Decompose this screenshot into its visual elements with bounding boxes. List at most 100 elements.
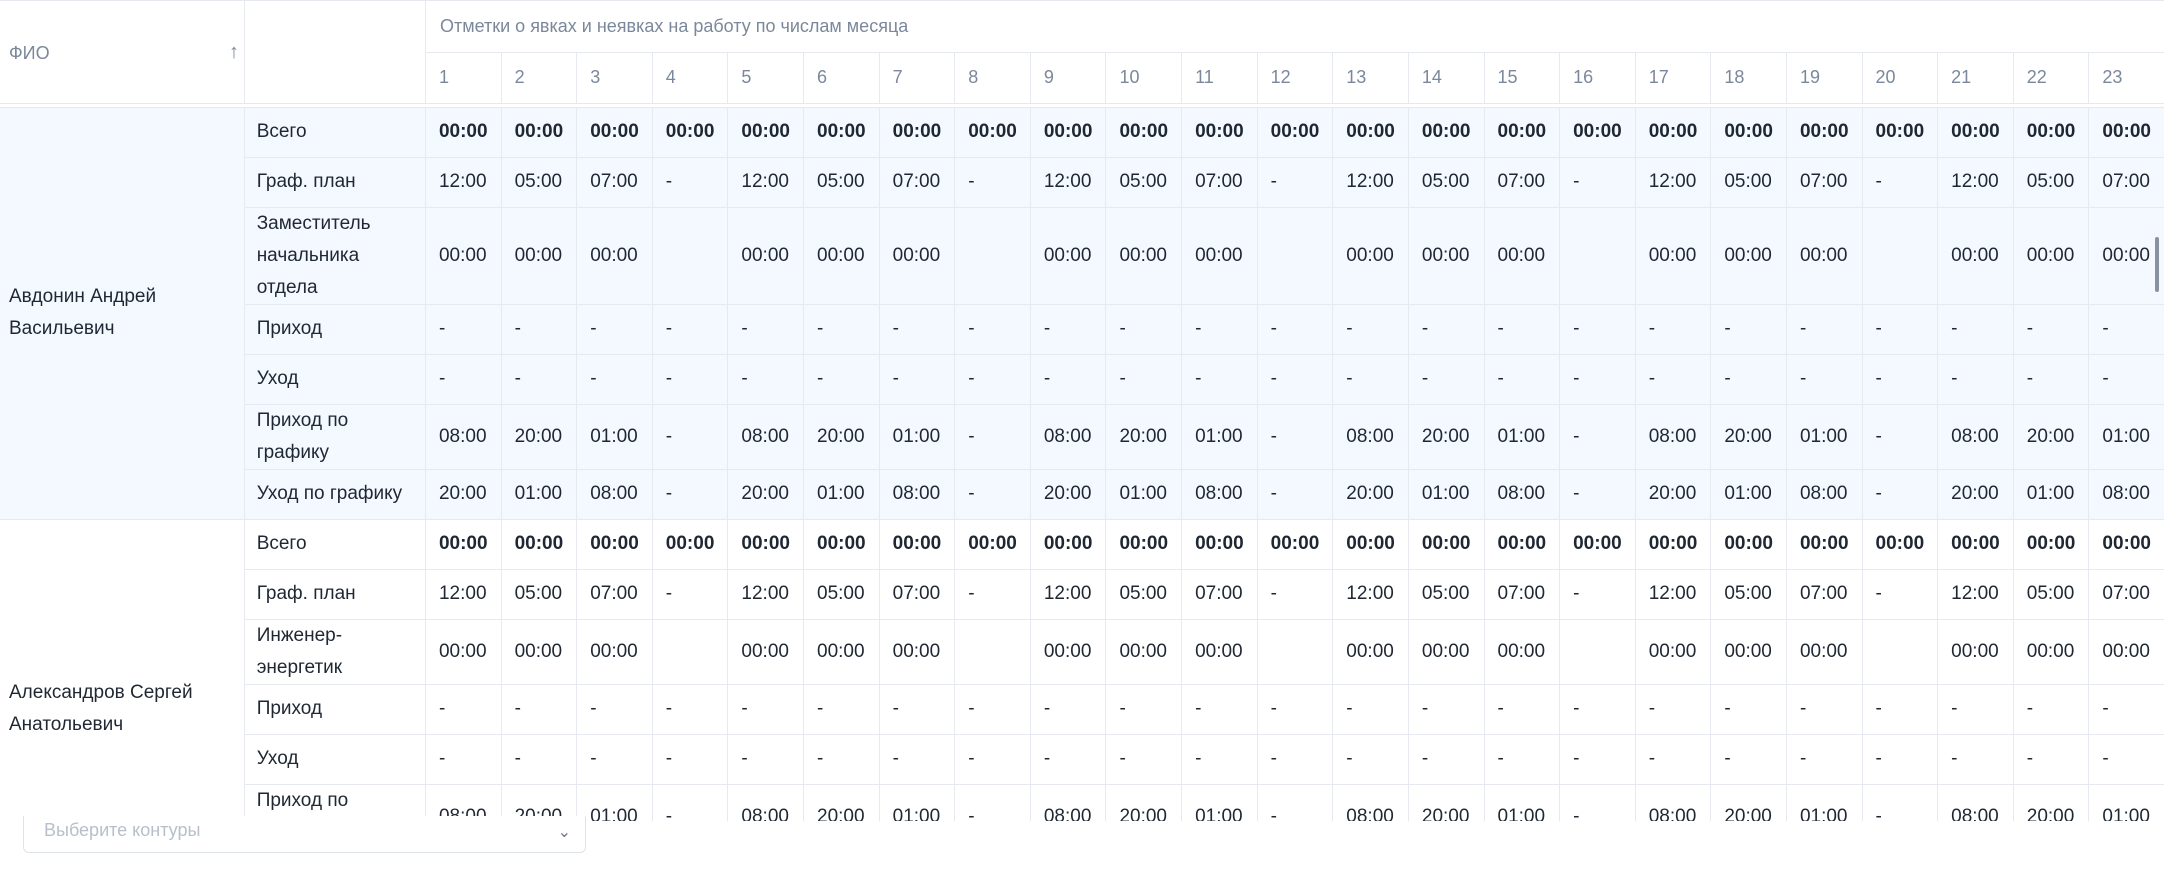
day-cell[interactable]: 07:00 [1483,157,1560,208]
day-cell[interactable]: - [803,354,880,405]
day-cell[interactable]: 20:00 [803,404,880,470]
day-cell[interactable]: 08:00 [1937,784,2014,821]
day-cell[interactable]: 12:00 [425,569,502,620]
day-cell[interactable]: 01:00 [1483,784,1560,821]
day-cell[interactable]: 20:00 [2012,404,2089,470]
day-cell[interactable]: - [1861,734,1938,785]
day-cell[interactable] [954,207,1031,305]
day-cell[interactable]: 12:00 [1029,569,1106,620]
day-cell[interactable]: 01:00 [1785,404,1863,470]
day-cell[interactable]: 00:00 [500,107,577,158]
day-cell[interactable]: - [2012,684,2089,735]
day-cell[interactable]: - [651,354,728,405]
day-cell[interactable]: - [878,734,955,785]
day-cell[interactable]: 00:00 [1029,107,1106,158]
day-cell[interactable]: - [1256,784,1333,821]
day-cell[interactable]: 00:00 [1559,107,1636,158]
day-cell[interactable]: 01:00 [803,469,880,520]
day-cell[interactable]: - [1785,734,1863,785]
day-cell[interactable]: 00:00 [2012,519,2089,570]
day-cell[interactable]: - [2012,304,2089,355]
day-cell[interactable]: - [954,734,1031,785]
day-cell[interactable]: 20:00 [1105,404,1182,470]
day-cell[interactable]: 00:00 [2012,619,2089,685]
day-cell[interactable]: - [1861,304,1938,355]
day-cell[interactable]: - [878,304,955,355]
day-cell[interactable]: 20:00 [1105,784,1182,821]
day-cell[interactable]: - [1332,354,1409,405]
day-cell[interactable]: 12:00 [727,157,804,208]
day-cell[interactable]: 01:00 [1181,784,1258,821]
day-cell[interactable]: - [1861,684,1938,735]
day-cell[interactable]: 00:00 [1710,107,1787,158]
day-cell[interactable]: 00:00 [878,519,955,570]
day-cell[interactable]: 00:00 [803,519,880,570]
day-cell[interactable]: 05:00 [1407,569,1484,620]
day-cell[interactable]: 08:00 [727,404,804,470]
day-cell[interactable]: 00:00 [878,207,955,305]
day-cell[interactable]: 07:00 [1181,569,1258,620]
day-cell[interactable]: 00:00 [1105,107,1182,158]
day-cell[interactable]: 00:00 [576,519,653,570]
day-cell[interactable]: - [954,684,1031,735]
day-cell[interactable]: 01:00 [878,404,955,470]
day-cell[interactable]: 00:00 [500,519,577,570]
day-cell[interactable]: 00:00 [1634,207,1711,305]
day-cell[interactable]: - [1634,684,1711,735]
day-cell[interactable]: 00:00 [1634,107,1711,158]
day-cell[interactable]: 07:00 [1785,569,1863,620]
day-cell[interactable]: - [1483,354,1560,405]
day-cell[interactable]: - [878,354,955,405]
day-cell[interactable]: - [1937,684,2014,735]
day-cell[interactable]: - [1332,734,1409,785]
day-cell[interactable]: - [1861,784,1938,821]
day-cell[interactable]: - [954,304,1031,355]
day-cell[interactable]: 05:00 [1407,157,1484,208]
day-cell[interactable]: 01:00 [2088,784,2164,821]
day-cell[interactable]: - [727,304,804,355]
day-cell[interactable]: - [1105,304,1182,355]
day-cell[interactable]: 00:00 [576,107,653,158]
day-cell[interactable] [651,619,728,685]
day-cell[interactable]: 00:00 [727,519,804,570]
day-cell[interactable]: 07:00 [576,157,653,208]
day-cell[interactable]: 00:00 [651,107,728,158]
day-cell[interactable]: - [651,404,728,470]
day-cell[interactable]: - [803,304,880,355]
day-cell[interactable]: 07:00 [2088,569,2164,620]
day-cell[interactable]: - [1029,354,1106,405]
day-cell[interactable]: 00:00 [1105,619,1182,685]
day-cell[interactable]: - [1861,354,1938,405]
day-cell[interactable]: 12:00 [727,569,804,620]
day-cell[interactable]: 00:00 [500,619,577,685]
day-cell[interactable]: 07:00 [2088,157,2164,208]
day-cell[interactable]: - [500,304,577,355]
day-cell[interactable]: 05:00 [803,157,880,208]
day-cell[interactable]: - [576,354,653,405]
day-cell[interactable]: 20:00 [425,469,502,520]
day-cell[interactable]: - [803,684,880,735]
day-cell[interactable]: - [954,354,1031,405]
day-cell[interactable]: 12:00 [1029,157,1106,208]
day-cell[interactable]: 12:00 [1937,157,2014,208]
day-cell[interactable]: 20:00 [1710,784,1787,821]
day-cell[interactable]: - [1559,469,1636,520]
day-cell[interactable]: 07:00 [878,569,955,620]
day-cell[interactable]: 12:00 [1634,569,1711,620]
day-cell[interactable]: - [1559,157,1636,208]
day-cell[interactable]: - [1634,734,1711,785]
day-cell[interactable]: 00:00 [954,519,1031,570]
day-cell[interactable]: - [1483,734,1560,785]
day-cell[interactable]: 12:00 [1634,157,1711,208]
day-cell[interactable]: - [1634,354,1711,405]
day-cell[interactable]: - [651,734,728,785]
day-cell[interactable] [1861,207,1938,305]
day-cell[interactable]: 00:00 [1105,207,1182,305]
day-cell[interactable]: - [954,569,1031,620]
column-header-fio[interactable]: ФИО ↑ [0,1,245,104]
day-cell[interactable]: - [1029,684,1106,735]
day-cell[interactable]: - [1407,684,1484,735]
day-cell[interactable]: - [425,354,502,405]
day-cell[interactable]: - [803,734,880,785]
day-cell[interactable]: 00:00 [1483,619,1560,685]
